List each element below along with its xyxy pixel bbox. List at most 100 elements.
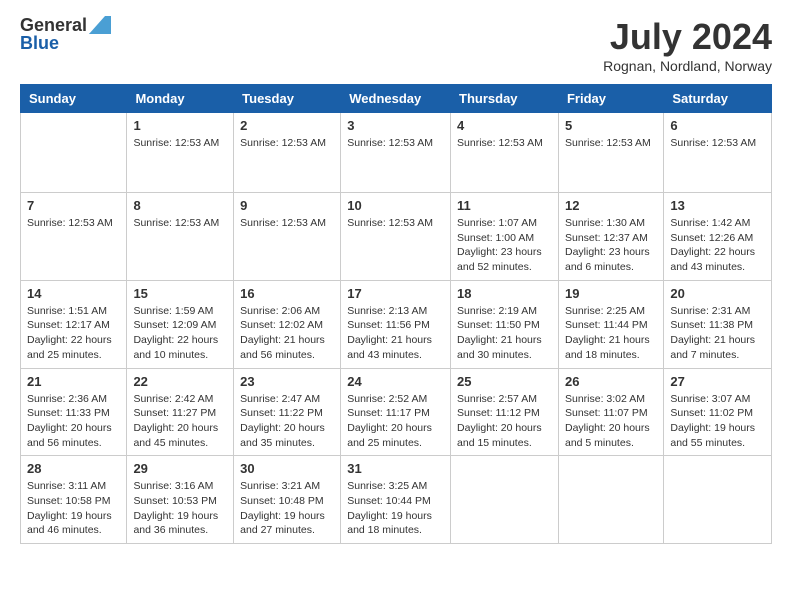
day-info: Sunrise: 12:53 AM xyxy=(133,136,227,151)
logo: General Blue xyxy=(20,16,111,52)
header-saturday: Saturday xyxy=(664,85,772,113)
week-row-1: 1 Sunrise: 12:53 AM 2 Sunrise: 12:53 AM 3 Sun… xyxy=(21,113,772,193)
day-cell: 15Sunrise: 1:59 AM Sunset: 12:09 AM Dayl… xyxy=(127,280,234,368)
day-cell: 8Sunrise: 12:53 AM xyxy=(127,193,234,281)
day-cell: 14Sunrise: 1:51 AM Sunset: 12:17 AM Dayl… xyxy=(21,280,127,368)
day-info: Sunrise: 2:36 AM Sunset: 11:33 PM Daylig… xyxy=(27,392,120,451)
day-cell: 30 Sunrise: 3:21 AM Sunset: 10:48 PM Dayl… xyxy=(234,456,341,544)
day-cell: 5Sunrise: 12:53 AM xyxy=(558,113,663,193)
header-sunday: Sunday xyxy=(21,85,127,113)
header-monday: Monday xyxy=(127,85,234,113)
day-cell: 29 Sunrise: 3:16 AM Sunset: 10:53 PM Dayl… xyxy=(127,456,234,544)
day-info: Sunrise: 12:53 AM xyxy=(240,216,334,231)
header-wednesday: Wednesday xyxy=(341,85,451,113)
day-cell: 3 Sunrise: 12:53 AM xyxy=(341,113,451,193)
week-row-4: 21 Sunrise: 2:36 AM Sunset: 11:33 PM Dayl… xyxy=(21,368,772,456)
day-number: 2 xyxy=(240,118,334,133)
day-info: Sunrise: 2:42 AM Sunset: 11:27 PM Daylig… xyxy=(133,392,227,451)
day-number: 20 xyxy=(670,286,765,301)
day-number: 17 xyxy=(347,286,444,301)
day-cell: 6 Sunrise: 12:53 AM xyxy=(664,113,772,193)
day-cell: 28Sunrise: 3:11 AM Sunset: 10:58 PM Dayl… xyxy=(21,456,127,544)
day-number: 26 xyxy=(565,374,657,389)
day-info: Sunrise: 12:53 AM xyxy=(27,216,120,231)
day-info: Sunrise: 2:19 AM Sunset: 11:50 PM Daylig… xyxy=(457,304,552,363)
day-info: Sunrise: 3:21 AM Sunset: 10:48 PM Daylig… xyxy=(240,479,334,538)
day-info: Sunrise: 2:57 AM Sunset: 11:12 PM Daylig… xyxy=(457,392,552,451)
day-cell: 9 Sunrise: 12:53 AM xyxy=(234,193,341,281)
day-number: 12 xyxy=(565,198,657,213)
logo-icon xyxy=(89,16,111,34)
day-info: Sunrise: 2:25 AM Sunset: 11:44 PM Daylig… xyxy=(565,304,657,363)
day-info: Sunrise: 1:30 AM Sunset: 12:37 AM Daylig… xyxy=(565,216,657,275)
title-area: July 2024 Rognan, Nordland, Norway xyxy=(603,16,772,74)
day-info: Sunrise: 12:53 AM xyxy=(670,136,765,151)
day-info: Sunrise: 12:53 AM xyxy=(347,136,444,151)
day-cell: 21 Sunrise: 2:36 AM Sunset: 11:33 PM Dayl… xyxy=(21,368,127,456)
header: General Blue July 2024 Rognan, Nordland,… xyxy=(20,16,772,74)
day-number: 3 xyxy=(347,118,444,133)
day-info: Sunrise: 3:25 AM Sunset: 10:44 PM Daylig… xyxy=(347,479,444,538)
day-cell: 26 Sunrise: 3:02 AM Sunset: 11:07 PM Dayl… xyxy=(558,368,663,456)
day-info: Sunrise: 2:13 AM Sunset: 11:56 PM Daylig… xyxy=(347,304,444,363)
day-info: Sunrise: 12:53 AM xyxy=(240,136,334,151)
day-info: Sunrise: 3:16 AM Sunset: 10:53 PM Daylig… xyxy=(133,479,227,538)
day-info: Sunrise: 2:06 AM Sunset: 12:02 AM Daylig… xyxy=(240,304,334,363)
day-cell: 27Sunrise: 3:07 AM Sunset: 11:02 PM Dayl… xyxy=(664,368,772,456)
day-number: 1 xyxy=(133,118,227,133)
day-cell: 20Sunrise: 2:31 AM Sunset: 11:38 PM Dayl… xyxy=(664,280,772,368)
day-cell xyxy=(451,456,559,544)
day-cell: 10 Sunrise: 12:53 AM xyxy=(341,193,451,281)
day-cell: 23 Sunrise: 2:47 AM Sunset: 11:22 PM Dayl… xyxy=(234,368,341,456)
calendar-table: Sunday Monday Tuesday Wednesday Thursday… xyxy=(20,84,772,544)
day-number: 19 xyxy=(565,286,657,301)
day-cell: 11Sunrise: 1:07 AM Sunset: 1:00 AM Dayli… xyxy=(451,193,559,281)
day-cell: 4Sunrise: 12:53 AM xyxy=(451,113,559,193)
day-cell xyxy=(21,113,127,193)
day-cell: 18 Sunrise: 2:19 AM Sunset: 11:50 PM Dayl… xyxy=(451,280,559,368)
day-number: 27 xyxy=(670,374,765,389)
day-number: 28 xyxy=(27,461,120,476)
day-cell: 12 Sunrise: 1:30 AM Sunset: 12:37 AM Dayl… xyxy=(558,193,663,281)
day-number: 31 xyxy=(347,461,444,476)
day-cell: 24 Sunrise: 2:52 AM Sunset: 11:17 PM Dayl… xyxy=(341,368,451,456)
day-number: 24 xyxy=(347,374,444,389)
day-number: 16 xyxy=(240,286,334,301)
day-cell: 25 Sunrise: 2:57 AM Sunset: 11:12 PM Dayl… xyxy=(451,368,559,456)
day-number: 7 xyxy=(27,198,120,213)
day-cell: 22Sunrise: 2:42 AM Sunset: 11:27 PM Dayl… xyxy=(127,368,234,456)
day-number: 18 xyxy=(457,286,552,301)
day-number: 10 xyxy=(347,198,444,213)
header-row: Sunday Monday Tuesday Wednesday Thursday… xyxy=(21,85,772,113)
day-cell: 7 Sunrise: 12:53 AM xyxy=(21,193,127,281)
day-number: 23 xyxy=(240,374,334,389)
day-cell: 19 Sunrise: 2:25 AM Sunset: 11:44 PM Dayl… xyxy=(558,280,663,368)
day-cell: 2 Sunrise: 12:53 AM xyxy=(234,113,341,193)
day-info: Sunrise: 3:02 AM Sunset: 11:07 PM Daylig… xyxy=(565,392,657,451)
day-number: 13 xyxy=(670,198,765,213)
day-cell: 17 Sunrise: 2:13 AM Sunset: 11:56 PM Dayl… xyxy=(341,280,451,368)
day-info: Sunrise: 1:42 AM Sunset: 12:26 AM Daylig… xyxy=(670,216,765,275)
day-number: 6 xyxy=(670,118,765,133)
day-number: 30 xyxy=(240,461,334,476)
subtitle: Rognan, Nordland, Norway xyxy=(603,58,772,74)
day-number: 8 xyxy=(133,198,227,213)
header-tuesday: Tuesday xyxy=(234,85,341,113)
day-info: Sunrise: 2:47 AM Sunset: 11:22 PM Daylig… xyxy=(240,392,334,451)
day-number: 21 xyxy=(27,374,120,389)
day-number: 15 xyxy=(133,286,227,301)
day-number: 29 xyxy=(133,461,227,476)
week-row-3: 14Sunrise: 1:51 AM Sunset: 12:17 AM Dayl… xyxy=(21,280,772,368)
day-number: 25 xyxy=(457,374,552,389)
day-info: Sunrise: 2:52 AM Sunset: 11:17 PM Daylig… xyxy=(347,392,444,451)
day-cell: 16 Sunrise: 2:06 AM Sunset: 12:02 AM Dayl… xyxy=(234,280,341,368)
day-cell xyxy=(664,456,772,544)
day-cell: 31 Sunrise: 3:25 AM Sunset: 10:44 PM Dayl… xyxy=(341,456,451,544)
week-row-2: 7Sunrise: 12:53 AM8Sunrise: 12:53 AM9Sun… xyxy=(21,193,772,281)
header-thursday: Thursday xyxy=(451,85,559,113)
day-info: Sunrise: 12:53 AM xyxy=(347,216,444,231)
day-number: 9 xyxy=(240,198,334,213)
main-title: July 2024 xyxy=(603,16,772,58)
week-row-5: 28Sunrise: 3:11 AM Sunset: 10:58 PM Dayl… xyxy=(21,456,772,544)
logo-general: General xyxy=(20,16,87,34)
